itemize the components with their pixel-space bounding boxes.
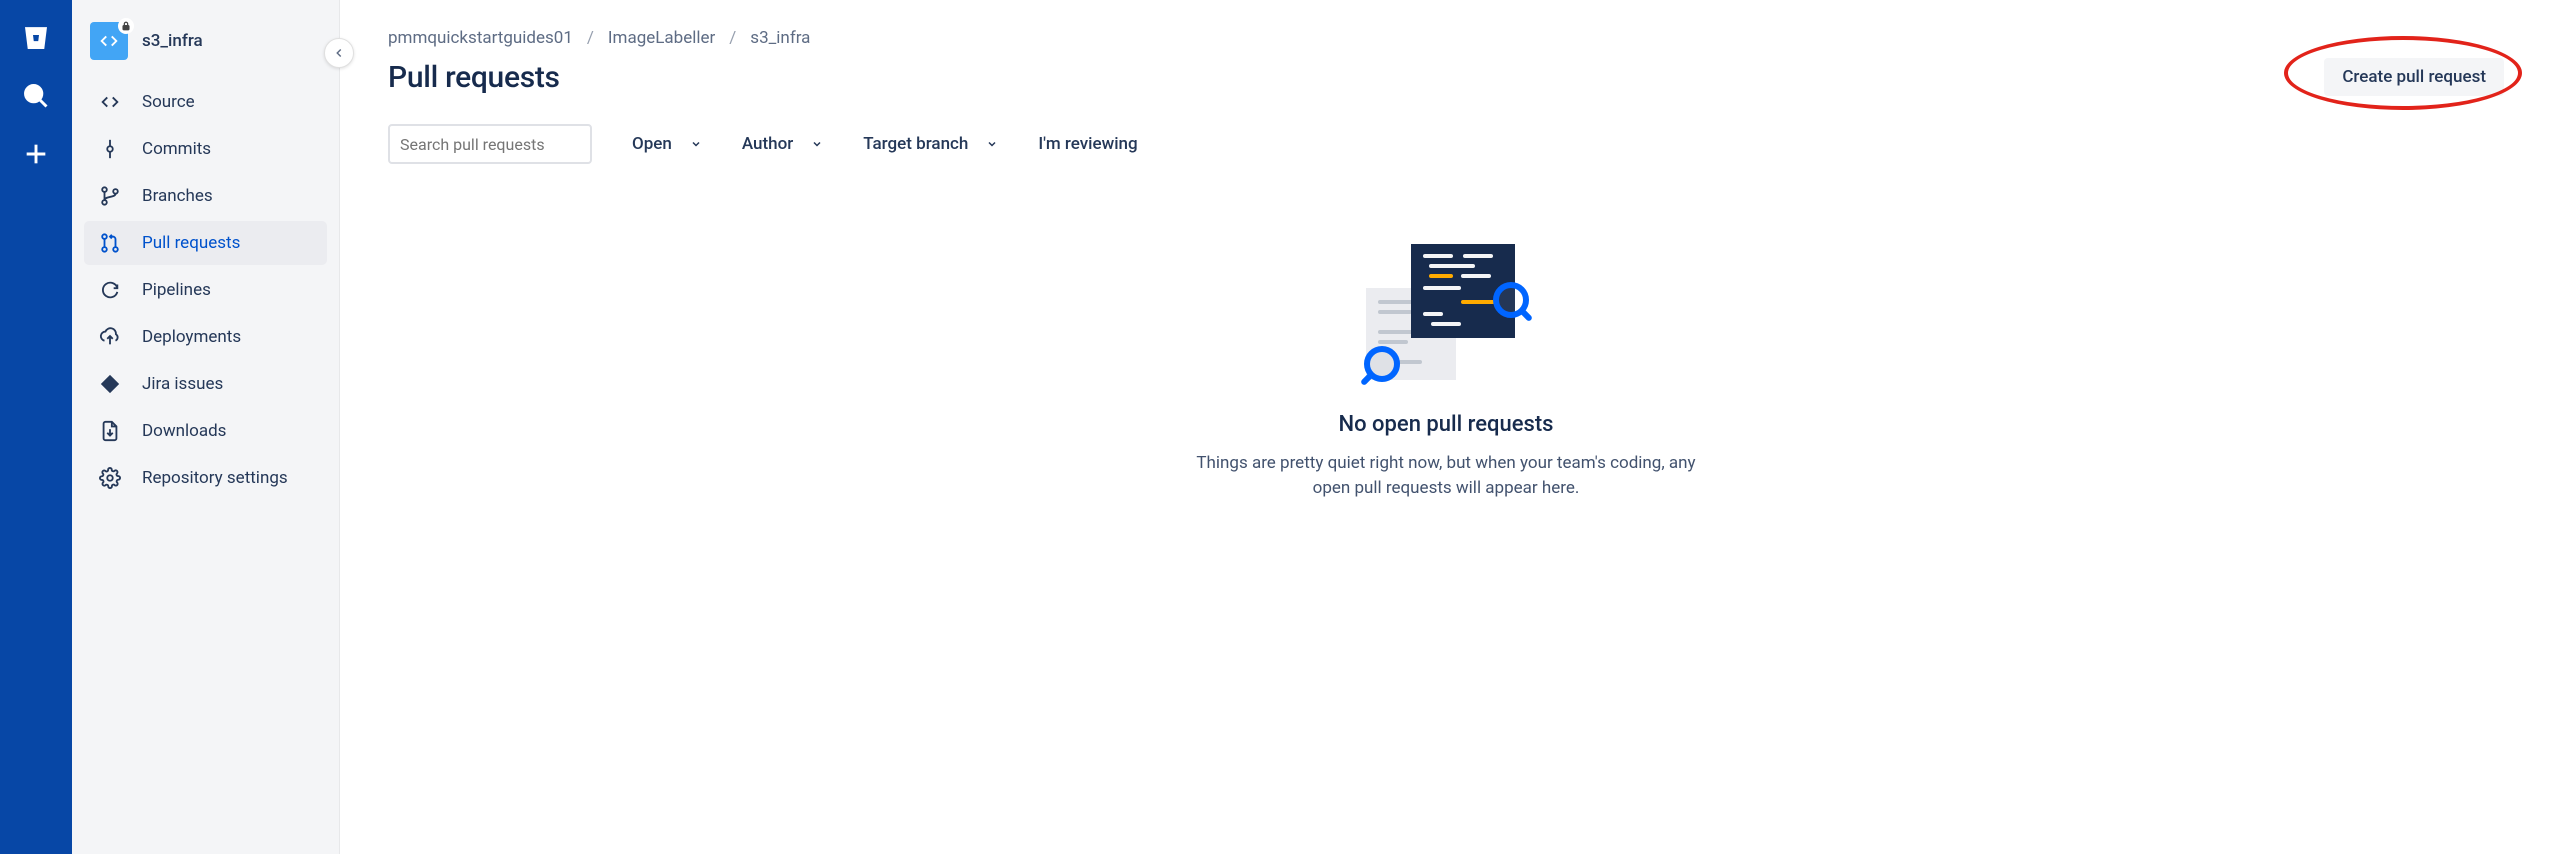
empty-illustration-icon	[1364, 244, 1529, 384]
sidebar-item-pipelines[interactable]: Pipelines	[84, 268, 327, 312]
create-icon[interactable]	[16, 134, 56, 174]
sidebar-item-repository-settings[interactable]: Repository settings	[84, 456, 327, 500]
filter-target-branch-dropdown[interactable]: Target branch	[863, 134, 998, 154]
sidebar-item-label: Deployments	[142, 327, 241, 347]
sidebar-item-label: Pull requests	[142, 233, 240, 253]
page-title: Pull requests	[388, 60, 560, 95]
commits-icon	[98, 137, 122, 161]
main-content: pmmquickstartguides01 / ImageLabeller / …	[340, 0, 2552, 854]
chevron-down-icon	[986, 138, 998, 150]
sidebar-item-label: Repository settings	[142, 468, 288, 488]
search-input[interactable]	[400, 135, 603, 154]
sidebar-item-label: Downloads	[142, 421, 226, 441]
sidebar-item-label: Commits	[142, 139, 211, 159]
filter-label: Target branch	[863, 134, 968, 154]
sidebar-item-label: Branches	[142, 186, 213, 206]
sidebar-item-deployments[interactable]: Deployments	[84, 315, 327, 359]
gear-icon	[98, 466, 122, 490]
repo-header[interactable]: s3_infra	[84, 22, 327, 80]
sidebar-item-label: Jira issues	[142, 374, 223, 394]
sidebar-item-branches[interactable]: Branches	[84, 174, 327, 218]
breadcrumb-separator: /	[729, 28, 736, 48]
filter-state-dropdown[interactable]: Open	[632, 134, 702, 154]
empty-state-text: Things are pretty quiet right now, but w…	[1186, 451, 1706, 500]
empty-state: No open pull requests Things are pretty …	[996, 244, 1896, 500]
search-input-wrapper[interactable]	[388, 124, 592, 164]
global-nav	[0, 0, 72, 854]
repo-avatar-icon	[90, 22, 128, 60]
breadcrumb-separator: /	[587, 28, 594, 48]
reviewing-filter-link[interactable]: I'm reviewing	[1038, 134, 1137, 154]
chevron-down-icon	[690, 138, 702, 150]
sidebar-item-label: Source	[142, 92, 195, 112]
pipelines-icon	[98, 278, 122, 302]
bitbucket-logo-icon[interactable]	[16, 18, 56, 58]
jira-icon	[98, 372, 122, 396]
deployments-icon	[98, 325, 122, 349]
search-icon[interactable]	[16, 76, 56, 116]
breadcrumb-item[interactable]: pmmquickstartguides01	[388, 28, 573, 48]
main-header: Pull requests Create pull request	[388, 58, 2504, 96]
lock-icon	[118, 18, 134, 34]
sidebar-item-downloads[interactable]: Downloads	[84, 409, 327, 453]
sidebar-nav: Source Commits Branches Pull requests Pi…	[84, 80, 327, 500]
breadcrumb-item[interactable]: s3_infra	[750, 28, 810, 48]
breadcrumb-item[interactable]: ImageLabeller	[608, 28, 715, 48]
sidebar: s3_infra Source Commits Branches Pull re…	[72, 0, 340, 854]
source-icon	[98, 90, 122, 114]
sidebar-item-pull-requests[interactable]: Pull requests	[84, 221, 327, 265]
branches-icon	[98, 184, 122, 208]
sidebar-item-source[interactable]: Source	[84, 80, 327, 124]
filter-label: Author	[742, 134, 793, 154]
collapse-sidebar-button[interactable]	[324, 38, 354, 68]
sidebar-item-label: Pipelines	[142, 280, 211, 300]
pull-requests-icon	[98, 231, 122, 255]
downloads-icon	[98, 419, 122, 443]
sidebar-item-commits[interactable]: Commits	[84, 127, 327, 171]
create-pull-request-button[interactable]: Create pull request	[2324, 58, 2504, 96]
breadcrumb: pmmquickstartguides01 / ImageLabeller / …	[388, 28, 2504, 48]
repo-name: s3_infra	[142, 31, 203, 51]
empty-state-title: No open pull requests	[1339, 412, 1554, 437]
filter-author-dropdown[interactable]: Author	[742, 134, 823, 154]
filters-bar: Open Author Target branch I'm reviewing	[388, 124, 2504, 164]
filter-label: Open	[632, 134, 672, 154]
sidebar-item-jira-issues[interactable]: Jira issues	[84, 362, 327, 406]
chevron-down-icon	[811, 138, 823, 150]
